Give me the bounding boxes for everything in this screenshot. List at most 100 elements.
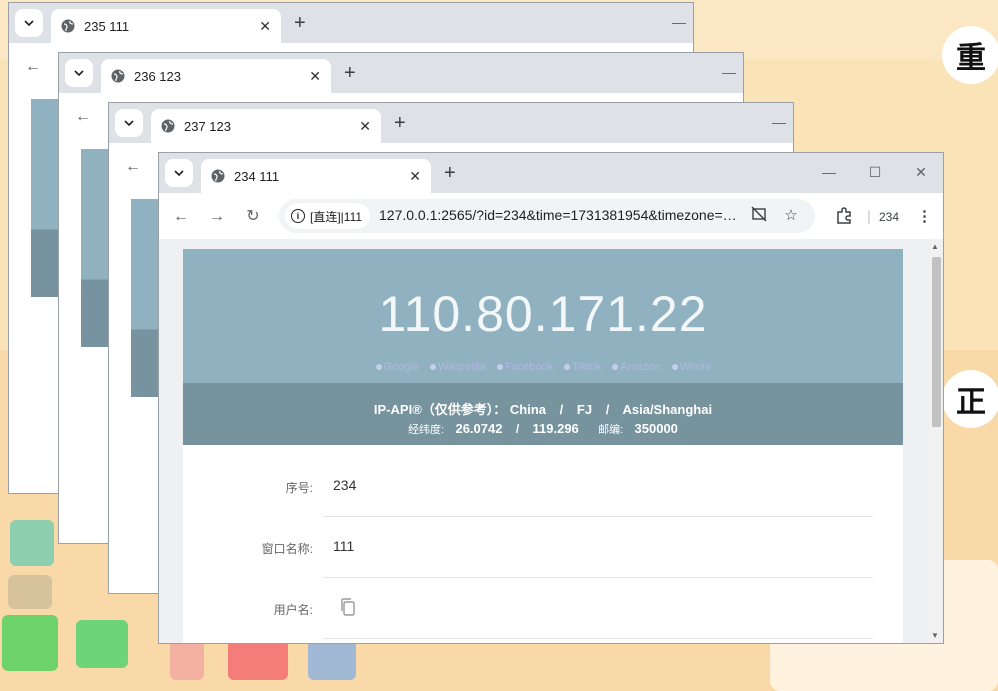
lookup-link[interactable]: Tiktok [564,361,601,373]
reload-icon[interactable]: ↻ [241,205,265,229]
back-arrow-icon[interactable]: ← [121,155,145,179]
site-chip-label: [直连]|111 [310,209,363,224]
minimize-icon[interactable]: — [771,113,787,131]
field-label: 用户名: [273,603,313,617]
info-icon: i [291,209,305,223]
lookup-links: Google Wikipedia Facebook Tiktok Amazon … [183,361,903,373]
desktop-badge: 重 [942,26,998,84]
geo-info: IP-API®（仅供参考）： China / FJ / Asia/Shangha… [183,383,903,445]
globe-icon [111,69,125,83]
tab-title: 235 111 [84,18,130,34]
geo-separator: / [559,402,564,417]
field-label: 窗口名称: [261,542,313,556]
extensions-icon[interactable] [835,207,853,231]
close-tab-icon[interactable]: ✕ [309,68,321,84]
ip-card: 110.80.171.22 Google Wikipedia Facebook … [183,249,903,643]
address-bar[interactable]: i [直连]|111 127.0.0.1:2565/?id=234&time=1… [279,199,815,233]
coords-label: 经纬度: [408,424,445,436]
tab-bar: 234 111 ✕ + — ☐ ✕ [159,153,943,193]
menu-icon[interactable]: ⋮ [917,207,932,227]
browser-tab-active[interactable]: 234 111 ✕ [201,159,431,193]
tab-bar: 237 123 ✕ + — ☐ ✕ [109,103,793,143]
geo-separator: / [515,422,520,436]
lookup-link[interactable]: Whois [671,361,710,373]
tab-title: 236 123 [134,68,181,84]
geo-location-line: IP-API®（仅供参考）： China / FJ / Asia/Shangha… [183,399,903,418]
geo-timezone: Asia/Shanghai [622,402,713,417]
back-arrow-icon[interactable]: ← [71,105,95,129]
tab-bar: 235 111 ✕ + — ☐ ✕ [9,3,693,43]
geo-country: China [509,402,547,417]
desktop-app-icon[interactable] [228,640,288,680]
desktop-app-icon[interactable] [2,615,58,671]
field-row: 序号: 234 [183,457,873,517]
forward-arrow-icon[interactable]: → [205,205,229,229]
site-info-chip[interactable]: i [直连]|111 [285,203,371,229]
active-browser-window[interactable]: 234 111 ✕ + — ☐ ✕ ← → ↻ i [直连]|111 127.0… [158,152,944,644]
ip-hero: 110.80.171.22 Google Wikipedia Facebook … [183,249,903,383]
field-value[interactable]: 234 [333,477,356,493]
new-tab-button[interactable]: + [344,62,356,84]
zip-code: 350000 [634,421,678,436]
desktop-badge: 正 [942,370,998,428]
geo-source-label: IP-API®（仅供参考）： [373,402,507,417]
copy-icon[interactable] [339,597,357,617]
scroll-thumb[interactable] [932,257,941,427]
page-content: 110.80.171.22 Google Wikipedia Facebook … [159,239,943,643]
desktop-app-icon[interactable] [8,575,52,609]
scrollbar[interactable]: ▲ ▼ [929,239,943,643]
star-icon[interactable]: ☆ [781,206,801,226]
tab-search-button[interactable] [115,109,143,137]
lookup-link[interactable]: Amazon [612,361,661,373]
globe-icon [211,169,225,183]
camera-off-icon[interactable] [749,206,769,226]
lookup-link[interactable]: Facebook [496,361,553,373]
new-tab-button[interactable]: + [294,12,306,34]
longitude: 119.296 [532,421,579,436]
globe-icon [61,19,75,33]
close-icon[interactable]: ✕ [913,163,929,181]
lookup-link[interactable]: Wikipedia [430,361,486,373]
back-arrow-icon[interactable]: ← [21,55,45,79]
minimize-icon[interactable]: — [821,163,837,181]
chevron-down-icon [174,170,184,176]
browser-tab[interactable]: 237 123 ✕ [151,109,381,143]
chevron-down-icon [24,20,34,26]
tab-bar: 236 123 ✕ + — ☐ ✕ [59,53,743,93]
close-tab-icon[interactable]: ✕ [259,18,271,34]
geo-coords-line: 经纬度: 26.0742 / 119.296 邮编: 350000 [183,421,903,437]
close-tab-icon[interactable]: ✕ [359,118,371,134]
zip-label: 邮编: [598,424,624,436]
url-text[interactable]: 127.0.0.1:2565/?id=234&time=1731381954&t… [379,207,744,223]
tab-search-button[interactable] [15,9,43,37]
scroll-down-icon[interactable]: ▼ [931,631,939,640]
latitude: 26.0742 [455,421,503,436]
tab-search-button[interactable] [65,59,93,87]
new-tab-button[interactable]: + [444,162,456,184]
geo-region: FJ [576,402,593,417]
back-arrow-icon[interactable]: ← [169,205,193,229]
tab-title: 237 123 [184,118,231,134]
desktop-app-icon[interactable] [170,640,204,680]
field-row: 窗口名称: 111 [183,518,873,578]
profile-label[interactable]: 234 [879,207,899,227]
geo-separator: / [605,402,610,417]
tab-search-button[interactable] [165,159,193,187]
toolbar-divider: | [867,208,871,225]
lookup-link[interactable]: Google [375,361,419,373]
browser-tab[interactable]: 236 123 ✕ [101,59,331,93]
close-tab-icon[interactable]: ✕ [409,168,421,184]
field-label: 序号: [285,481,313,495]
browser-tab[interactable]: 235 111 ✕ [51,9,281,43]
field-value[interactable]: 111 [333,538,354,554]
new-tab-button[interactable]: + [394,112,406,134]
maximize-icon[interactable]: ☐ [867,163,883,181]
desktop-app-icon[interactable] [308,640,356,680]
scroll-up-icon[interactable]: ▲ [931,242,939,251]
minimize-icon[interactable]: — [721,63,737,81]
tab-title: 234 111 [234,168,280,184]
minimize-icon[interactable]: — [671,13,687,31]
desktop-app-icon[interactable] [76,620,128,668]
toolbar: ← → ↻ i [直连]|111 127.0.0.1:2565/?id=234&… [159,193,943,239]
desktop-app-icon[interactable] [10,520,54,566]
